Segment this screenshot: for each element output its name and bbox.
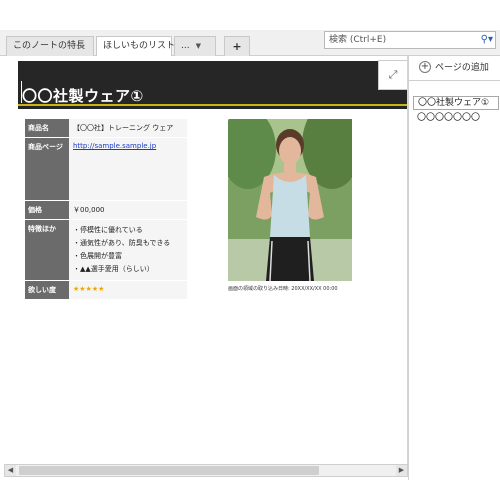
search-icon[interactable]: ⚲▾ xyxy=(473,33,493,47)
table-row: 価格 ￥00,000 xyxy=(25,201,187,219)
new-section-label: + xyxy=(232,40,242,53)
add-page-label: ページの追加 xyxy=(435,63,489,73)
want-value[interactable]: ★★★★★ xyxy=(69,281,187,299)
scroll-thumb[interactable] xyxy=(19,466,319,475)
page-list-pane: + ページの追加 〇〇社製ウェア① 〇〇〇〇〇〇〇 xyxy=(408,56,500,480)
product-image[interactable] xyxy=(228,119,352,281)
table-row: 商品名 【〇〇社】トレーニング ウェア xyxy=(25,119,187,137)
new-section-button[interactable]: + xyxy=(224,36,250,56)
page-header: 〇〇社製ウェア① xyxy=(18,61,407,109)
tab-label: ほしいものリスト xyxy=(103,41,176,51)
scroll-right-icon[interactable]: ▶ xyxy=(396,465,407,476)
image-caption: 画面の領域の取り込み日時: 20XX/XX/XX 00:00 xyxy=(228,286,338,292)
woman-photo xyxy=(228,119,352,281)
divider xyxy=(409,80,500,81)
want-label: 欲しい度 xyxy=(25,281,69,299)
tab-label: ... xyxy=(181,41,190,51)
feature-item: ・▲▲選手愛用（らしい） xyxy=(73,265,154,273)
search-input[interactable]: 検索 (Ctrl+E) ⚲▾ xyxy=(324,31,496,49)
page-canvas[interactable]: 〇〇社製ウェア① ⤢ 商品名 【〇〇社】トレーニング ウェア 商品ページ htt… xyxy=(4,56,408,464)
feature-item: ・通気性があり、防臭もできる xyxy=(73,239,171,247)
expand-icon[interactable]: ⤢ xyxy=(378,60,407,90)
plus-circle-icon: + xyxy=(419,60,431,73)
table-row: 商品ページ http://sample.sample.jp xyxy=(25,138,187,200)
tab-label: このノートの特長 xyxy=(13,41,86,51)
page-title[interactable]: 〇〇社製ウェア① xyxy=(22,85,144,106)
scroll-left-icon[interactable]: ◀ xyxy=(5,465,16,476)
search-placeholder: 検索 (Ctrl+E) xyxy=(329,35,387,45)
features-value[interactable]: ・停模性に優れている ・通気性があり、防臭もできる ・色展開が豊富 ・▲▲選手愛… xyxy=(69,220,187,280)
horizontal-scrollbar[interactable]: ◀ ▶ xyxy=(4,464,408,477)
page-label: 商品ページ xyxy=(25,138,69,200)
feature-item: ・停模性に優れている xyxy=(73,226,143,234)
tab-more[interactable]: ... ▼ xyxy=(174,36,216,56)
rating-stars: ★★★★★ xyxy=(73,285,105,293)
price-value[interactable]: ￥00,000 xyxy=(69,201,187,219)
product-link[interactable]: http://sample.sample.jp xyxy=(73,142,156,150)
page-value-cell: http://sample.sample.jp xyxy=(69,138,187,200)
name-value[interactable]: 【〇〇社】トレーニング ウェア xyxy=(69,119,187,137)
title-area xyxy=(0,0,500,30)
price-label: 価格 xyxy=(25,201,69,219)
header-accent-line xyxy=(18,104,407,106)
features-label: 特徴ほか xyxy=(25,220,69,280)
page-list-item-2[interactable]: 〇〇〇〇〇〇〇 xyxy=(413,112,499,126)
tab-wishlist[interactable]: ほしいものリスト xyxy=(96,36,176,57)
name-label: 商品名 xyxy=(25,119,69,137)
product-info-table: 商品名 【〇〇社】トレーニング ウェア 商品ページ http://sample.… xyxy=(25,118,187,300)
table-row: 欲しい度 ★★★★★ xyxy=(25,281,187,299)
tab-features[interactable]: このノートの特長 xyxy=(6,36,94,56)
chevron-down-icon: ▼ xyxy=(195,42,201,50)
table-row: 特徴ほか ・停模性に優れている ・通気性があり、防臭もできる ・色展開が豊富 ・… xyxy=(25,220,187,280)
page-list-item-1[interactable]: 〇〇社製ウェア① xyxy=(413,96,499,110)
feature-item: ・色展開が豊富 xyxy=(73,252,122,260)
add-page-button[interactable]: + ページの追加 xyxy=(419,60,489,73)
